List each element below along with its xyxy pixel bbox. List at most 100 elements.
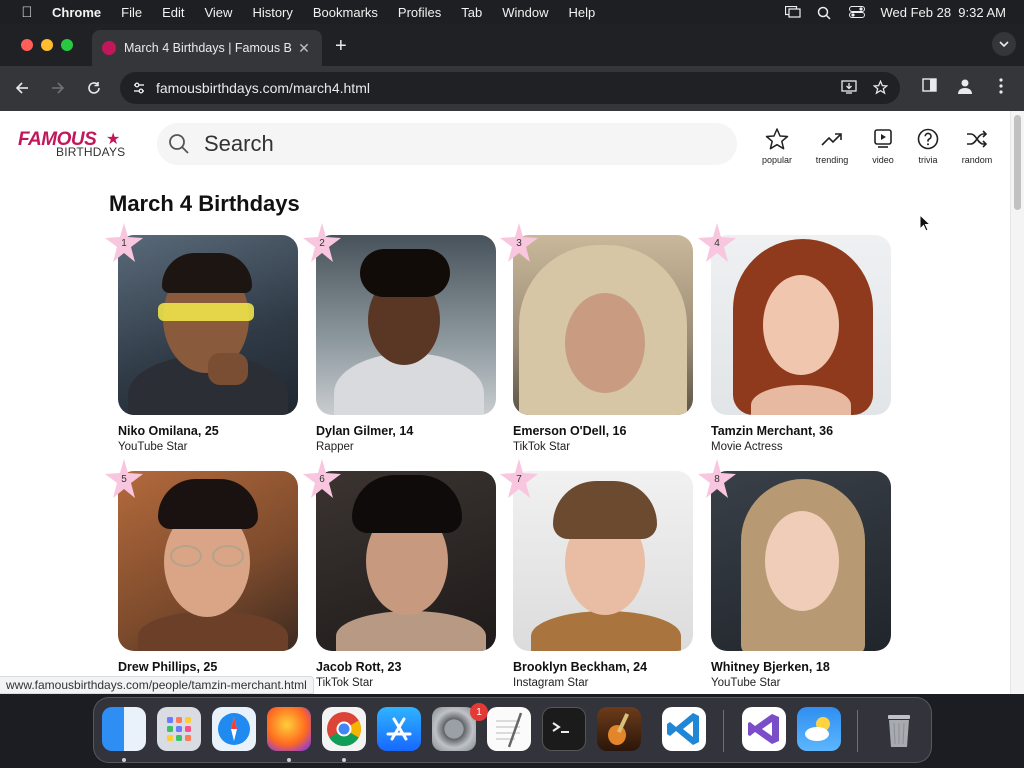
firefox-icon[interactable] [267,707,311,751]
rank-badge: 1 [102,221,146,265]
window-close-button[interactable] [21,39,33,51]
back-arrow-icon[interactable] [12,78,32,98]
site-header: FAMOUS ★ BIRTHDAYS Search popular trendi… [0,111,1010,175]
trending-icon [821,133,842,146]
apple-menu-icon[interactable]:  [18,4,36,21]
question-icon [917,128,939,150]
dock-separator [857,710,858,752]
link-status-bubble: www.famousbirthdays.com/people/tamzin-me… [0,676,314,694]
menu-profiles[interactable]: Profiles [398,5,441,20]
install-app-icon[interactable] [841,80,857,99]
menu-edit[interactable]: Edit [162,5,184,20]
window-zoom-button[interactable] [61,39,73,51]
menubar-clock[interactable]: Wed Feb 28 9:32 AM [881,5,1007,20]
app-store-icon[interactable] [377,707,421,751]
vscode-icon[interactable] [662,707,706,751]
page-scrollbar[interactable] [1010,111,1024,694]
nav-trending-label: trending [815,155,849,165]
safari-icon[interactable] [212,707,256,751]
shuffle-icon [967,130,988,148]
screen-mirroring-icon[interactable] [784,5,801,18]
visual-studio-icon[interactable] [742,707,786,751]
browser-toolbar: famousbirthdays.com/march4.html [0,66,1024,111]
page-title: March 4 Birthdays [109,191,300,216]
address-bar[interactable]: famousbirthdays.com/march4.html [120,72,900,104]
nav-popular-label: popular [761,155,793,165]
menu-bookmarks[interactable]: Bookmarks [313,5,378,20]
logo-birthdays-text: BIRTHDAYS [56,145,126,159]
menu-app-name[interactable]: Chrome [52,5,101,20]
rank-badge: 6 [300,457,344,501]
nav-popular[interactable]: popular [753,127,801,165]
nav-video[interactable]: video [859,127,907,165]
nav-random-label: random [961,155,993,165]
nav-trivia[interactable]: trivia [904,127,952,165]
rank-number: 3 [516,237,522,249]
rank-badge: 4 [695,221,739,265]
rank-number: 4 [714,237,720,249]
site-info-icon[interactable] [132,81,146,95]
celebrity-name[interactable]: Whitney Bjerken, 18 [711,660,830,674]
launchpad-icon[interactable] [157,707,201,751]
window-minimize-button[interactable] [41,39,53,51]
celebrity-name[interactable]: Dylan Gilmer, 14 [316,424,413,438]
finder-icon[interactable] [102,707,146,751]
celebrity-name[interactable]: Tamzin Merchant, 36 [711,424,833,438]
rank-badge: 5 [102,457,146,501]
celebrity-role: YouTube Star [711,677,781,689]
menu-tab[interactable]: Tab [461,5,482,20]
weather-icon[interactable] [797,707,841,751]
famous-birthdays-logo[interactable]: FAMOUS ★ BIRTHDAYS [18,129,128,161]
celebrity-role: Movie Actress [711,441,783,453]
nav-random[interactable]: random [953,127,1001,165]
celebrity-name[interactable]: Emerson O'Dell, 16 [513,424,626,438]
tab-close-icon[interactable]: ✕ [296,40,312,57]
browser-menu-icon[interactable] [999,78,1003,98]
chrome-icon[interactable] [322,707,366,751]
running-indicator [287,758,291,762]
rank-number: 6 [319,473,325,485]
nav-trending[interactable]: trending [808,127,856,165]
notification-badge: 1 [470,703,488,721]
profile-avatar-icon[interactable] [957,78,973,98]
celebrity-role: TikTok Star [513,441,571,453]
url-text: famousbirthdays.com/march4.html [156,80,370,96]
active-tab[interactable]: March 4 Birthdays | Famous B ✕ [92,30,322,66]
reload-icon[interactable] [84,78,104,98]
running-indicator [122,758,126,762]
terminal-icon[interactable] [542,707,586,751]
tab-search-icon[interactable] [992,32,1016,56]
trash-icon[interactable] [877,707,921,751]
control-center-icon[interactable] [848,6,865,18]
spotlight-search-icon[interactable] [817,6,833,20]
macos-menubar:  Chrome File Edit View History Bookmark… [0,0,1024,24]
celebrity-role: Instagram Star [513,677,589,689]
side-panel-icon[interactable] [922,78,937,96]
forward-arrow-icon[interactable] [48,78,68,98]
menu-history[interactable]: History [252,5,292,20]
celebrity-name[interactable]: Drew Phillips, 25 [118,660,217,674]
celebrity-name[interactable]: Jacob Rott, 23 [316,660,401,674]
rank-badge: 3 [497,221,541,265]
site-favicon-icon [102,41,116,55]
celebrity-name[interactable]: Niko Omilana, 25 [118,424,219,438]
search-placeholder: Search [204,131,274,156]
site-search-input[interactable]: Search [157,123,737,165]
menu-window[interactable]: Window [502,5,548,20]
bookmark-star-icon[interactable] [872,79,889,99]
nav-trivia-label: trivia [918,155,938,165]
celebrity-role: YouTube Star [118,441,188,453]
menu-help[interactable]: Help [569,5,596,20]
rank-number: 1 [121,237,127,249]
celebrity-role: TikTok Star [316,677,374,689]
rank-badge: 2 [300,221,344,265]
textedit-icon[interactable] [487,707,531,751]
celebrity-name[interactable]: Brooklyn Beckham, 24 [513,660,647,674]
rank-number: 5 [121,473,127,485]
new-tab-button[interactable]: + [335,35,347,58]
menu-file[interactable]: File [121,5,142,20]
scrollbar-thumb[interactable] [1014,115,1021,210]
browser-tabstrip: March 4 Birthdays | Famous B ✕ + [0,24,1024,66]
garageband-icon[interactable] [597,707,641,751]
menu-view[interactable]: View [204,5,232,20]
